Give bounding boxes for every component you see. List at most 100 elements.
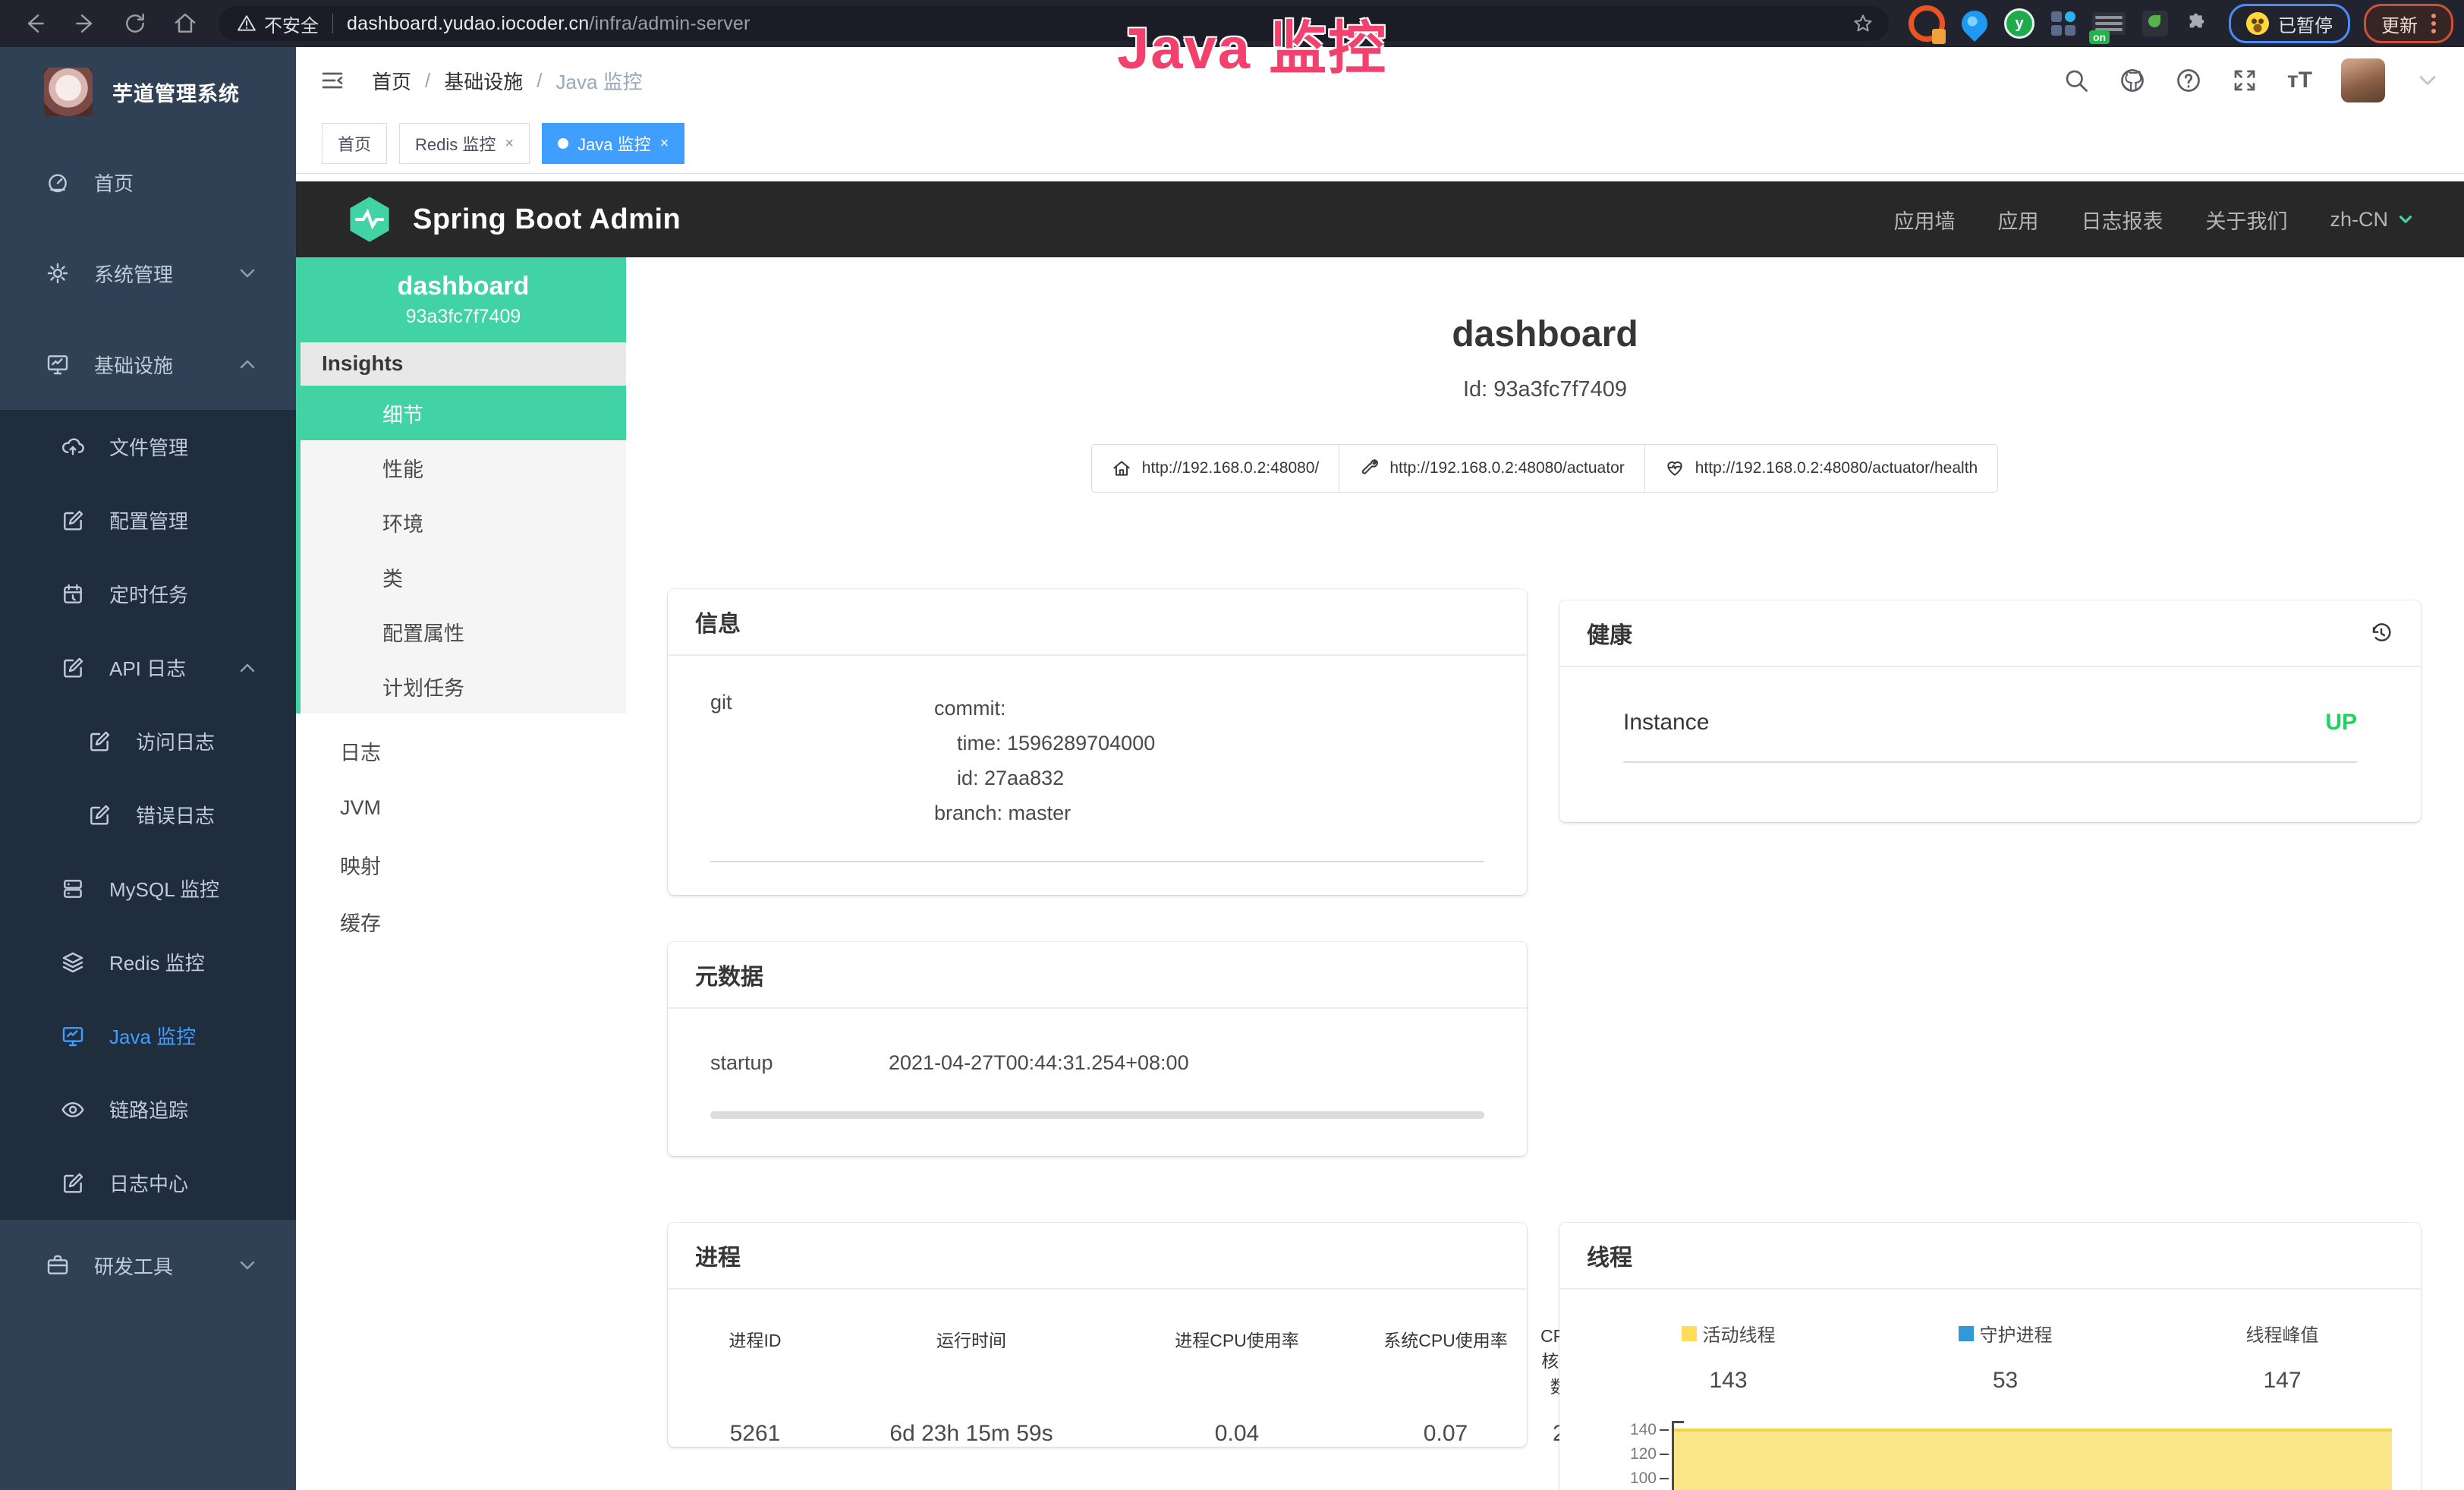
sidebar-item-label: Redis 监控 xyxy=(109,948,205,976)
sidebar-item-dev-tools[interactable]: 研发工具 xyxy=(0,1220,296,1311)
daemon-threads-swatch xyxy=(1959,1326,1974,1341)
sidebar-item-home[interactable]: 首页 xyxy=(0,137,296,228)
sba-language-select[interactable]: zh-CN xyxy=(2330,208,2415,232)
sba-nav-wallboard[interactable]: 应用墙 xyxy=(1893,205,1955,235)
sidebar-item-mysql-monitor[interactable]: MySQL 监控 xyxy=(0,852,296,925)
help-icon[interactable] xyxy=(2175,67,2202,94)
sidebar-item-system[interactable]: 系统管理 xyxy=(0,228,296,319)
sidebar-item-label: 研发工具 xyxy=(94,1252,173,1280)
sidebar-item-scheduled-jobs[interactable]: 定时任务 xyxy=(0,557,296,631)
sidebar-fold-icon[interactable] xyxy=(319,67,346,94)
sidebar-item-infra[interactable]: 基础设施 xyxy=(0,319,296,410)
extension-switch-icon[interactable]: on xyxy=(2092,12,2126,35)
avatar-caret-icon[interactable] xyxy=(2414,67,2441,94)
actuator-url-button[interactable]: http://192.168.0.2:48080/actuator xyxy=(1339,444,1644,493)
tick-mark xyxy=(1660,1454,1669,1455)
sidebar-item-config-manage[interactable]: 配置管理 xyxy=(0,484,296,557)
search-icon[interactable] xyxy=(2063,67,2090,94)
extension-green-icon[interactable]: y xyxy=(2004,8,2034,39)
sidebar-item-log-center[interactable]: 日志中心 xyxy=(0,1146,296,1220)
process-col-header: 进程CPU使用率 xyxy=(1123,1326,1351,1398)
sba-menu-scheduled-tasks[interactable]: 计划任务 xyxy=(301,659,626,713)
sba-menu-config-props[interactable]: 配置属性 xyxy=(301,604,626,659)
sba-menu-logs[interactable]: 日志 xyxy=(296,723,626,780)
address-bar[interactable]: 不安全 dashboard.yudao.iocoder.cn/infra/adm… xyxy=(219,6,1889,41)
monitor-icon xyxy=(46,352,70,376)
row-divider xyxy=(710,861,1484,862)
extension-grid-icon[interactable] xyxy=(2051,11,2075,36)
sidebar-item-redis-monitor[interactable]: Redis 监控 xyxy=(0,925,296,999)
sba-section-insights: Insights xyxy=(301,342,626,386)
browser-back-icon[interactable] xyxy=(23,11,47,36)
service-url-button[interactable]: http://192.168.0.2:48080/ xyxy=(1091,444,1340,493)
sidebar-item-error-log[interactable]: 错误日志 xyxy=(0,778,296,852)
browser-forward-icon[interactable] xyxy=(73,11,97,36)
fullscreen-icon[interactable] xyxy=(2231,67,2258,94)
sba-nav-about[interactable]: 关于我们 xyxy=(2205,205,2287,235)
tick-mark xyxy=(1660,1429,1669,1431)
sidebar-item-tracing[interactable]: 链路追踪 xyxy=(0,1073,296,1146)
sba-brand: Spring Boot Admin xyxy=(413,203,681,236)
java-monitor-icon xyxy=(61,1024,85,1048)
browser-reload-icon[interactable] xyxy=(123,11,147,36)
sba-nav-journal[interactable]: 日志报表 xyxy=(2081,205,2163,235)
sba-main: dashboard Id: 93a3fc7f7409 http://192.16… xyxy=(626,257,2464,1490)
java-monitor-annotation: Java 监控 xyxy=(1117,2,1387,85)
y-axis-tick: 120 xyxy=(1603,1445,1657,1463)
dashboard-icon xyxy=(46,170,70,194)
sidebar-item-file-manage[interactable]: 文件管理 xyxy=(0,410,296,484)
github-icon[interactable] xyxy=(2119,67,2146,94)
app-title: 芋道管理系统 xyxy=(112,77,240,107)
sba-menu-caches[interactable]: 缓存 xyxy=(296,893,626,950)
extension-orange-icon[interactable] xyxy=(1909,5,1945,42)
extension-leaf-icon[interactable] xyxy=(2142,11,2168,36)
log-edit-icon xyxy=(61,656,85,680)
paused-badge[interactable]: 已暂停 xyxy=(2229,4,2350,43)
y-axis-top-tick xyxy=(1672,1421,1684,1423)
metadata-card-title: 元数据 xyxy=(668,942,1527,1009)
sidebar-item-api-log[interactable]: API 日志 xyxy=(0,631,296,704)
user-avatar[interactable] xyxy=(2341,58,2385,102)
app-logo-row[interactable]: 芋道管理系统 xyxy=(0,47,296,137)
sba-menu-details[interactable]: 细节 xyxy=(301,386,626,440)
sba-language-label: zh-CN xyxy=(2330,208,2388,232)
breadcrumb-home[interactable]: 首页 xyxy=(372,67,411,95)
extensions-puzzle-icon[interactable] xyxy=(2185,11,2209,36)
sba-menu-environment[interactable]: 环境 xyxy=(301,495,626,550)
sidebar-item-java-monitor[interactable]: Java 监控 xyxy=(0,999,296,1073)
sba-instance-name: dashboard xyxy=(398,272,530,301)
tags-bar: 首页 Redis 监控 × Java 监控 × xyxy=(296,114,2464,174)
health-url-button[interactable]: http://192.168.0.2:48080/actuator/health xyxy=(1644,444,1998,493)
process-cell-pid: 5261 xyxy=(691,1421,820,1447)
sidebar-item-label: MySQL 监控 xyxy=(109,874,219,903)
sba-menu-mappings[interactable]: 映射 xyxy=(296,836,626,893)
browser-home-icon[interactable] xyxy=(173,11,197,36)
update-button[interactable]: 更新 xyxy=(2364,4,2453,43)
tag-java-monitor[interactable]: Java 监控 × xyxy=(542,123,684,164)
font-size-icon[interactable]: тT xyxy=(2287,68,2312,93)
update-label: 更新 xyxy=(2381,11,2418,37)
history-icon[interactable] xyxy=(2369,621,2393,645)
sba-nav-applications[interactable]: 应用 xyxy=(1997,205,2038,235)
bookmark-star-icon[interactable] xyxy=(1852,13,1874,34)
sidebar-item-access-log[interactable]: 访问日志 xyxy=(0,704,296,778)
active-dot-icon xyxy=(558,138,568,149)
tag-home[interactable]: 首页 xyxy=(322,123,387,164)
chevron-down-icon xyxy=(2396,209,2415,229)
threads-legend: 活动线程 守护进程 线程峰值 143 53 147 xyxy=(1559,1320,2421,1394)
process-col-header: 运行时间 xyxy=(820,1326,1123,1398)
sba-menu-classes[interactable]: 类 xyxy=(301,550,626,604)
extension-pin-icon[interactable] xyxy=(1956,5,1993,42)
horizontal-scrollbar[interactable] xyxy=(710,1111,1484,1119)
tag-redis-monitor[interactable]: Redis 监控 × xyxy=(399,123,530,164)
sidebar-item-label: 系统管理 xyxy=(94,260,173,288)
tag-close-icon[interactable]: × xyxy=(505,135,514,153)
instance-title: dashboard xyxy=(626,313,2464,355)
log-edit-icon xyxy=(87,729,112,754)
breadcrumb-infra[interactable]: 基础设施 xyxy=(444,67,523,95)
peak-threads-value: 147 xyxy=(2144,1368,2421,1394)
sba-menu-jvm[interactable]: JVM xyxy=(296,780,626,836)
tag-close-icon[interactable]: × xyxy=(660,135,669,153)
sba-menu-metrics[interactable]: 性能 xyxy=(301,440,626,495)
sba-instance-header: dashboard 93a3fc7f7409 xyxy=(301,257,626,342)
